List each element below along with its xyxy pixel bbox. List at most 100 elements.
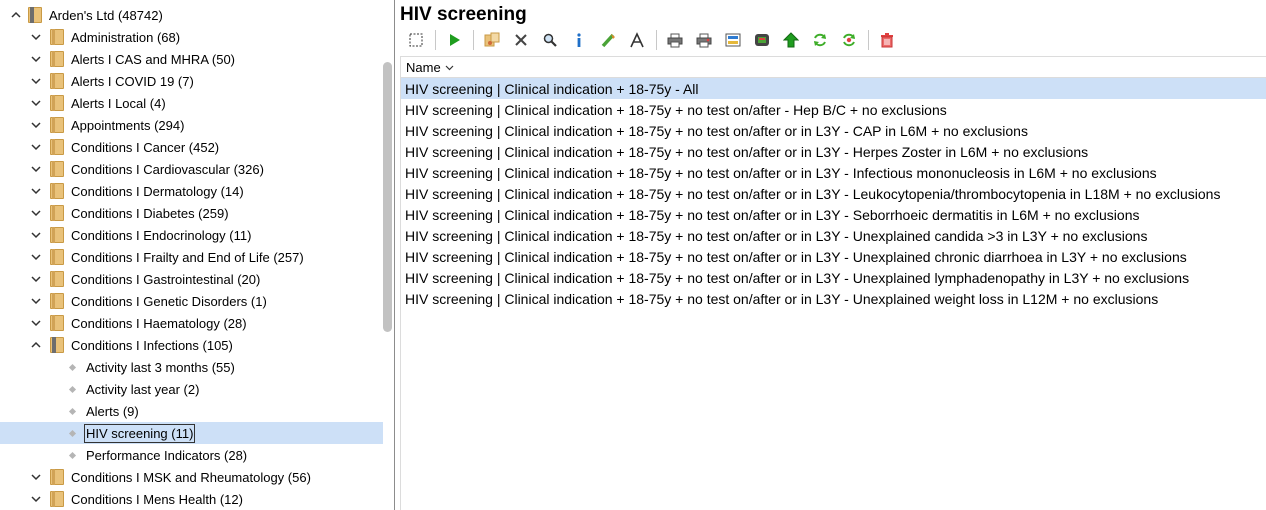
tree-folder[interactable]: Conditions I Cardiovascular (326) [30, 158, 265, 180]
tree-folder-label: Conditions I Genetic Disorders (1) [71, 293, 267, 309]
chevron-up-icon[interactable] [10, 9, 22, 21]
tree-folder-label: Alerts I CAS and MHRA (50) [71, 51, 235, 67]
highlight-icon[interactable] [596, 28, 620, 52]
tree-root-label: Arden's Ltd (48742) [49, 7, 163, 23]
list-item[interactable]: HIV screening | Clinical indication + 18… [401, 141, 1266, 162]
chevron-up-icon[interactable] [30, 339, 42, 351]
list-item-selected[interactable]: HIV screening | Clinical indication + 18… [401, 78, 1266, 99]
tree-leaf[interactable]: Activity last year (2) [68, 378, 200, 400]
tree-folder[interactable]: Conditions I Diabetes (259) [30, 202, 230, 224]
report-list[interactable]: Name HIV screening | Clinical indication… [400, 56, 1266, 510]
chevron-down-icon[interactable] [30, 185, 42, 197]
tree-folder-label: Conditions I Cancer (452) [71, 139, 220, 155]
tree-folder[interactable]: Conditions I Gastrointestinal (20) [30, 268, 261, 290]
refresh-icon[interactable] [808, 28, 832, 52]
tree-folder[interactable]: Conditions I MSK and Rheumatology (56) [30, 466, 312, 488]
list-item[interactable]: HIV screening | Clinical indication + 18… [401, 267, 1266, 288]
tree-root[interactable]: Arden's Ltd (48742) [10, 4, 164, 26]
print-icon[interactable] [663, 28, 687, 52]
main-pane: HIV screening Name HIV screening | Clini… [400, 0, 1266, 510]
run-icon[interactable] [442, 28, 466, 52]
folder-icon [50, 161, 64, 177]
tree-leaf[interactable]: Alerts (9) [68, 400, 140, 422]
tree-folder[interactable]: Alerts I COVID 19 (7) [30, 70, 195, 92]
chevron-down-icon[interactable] [30, 273, 42, 285]
folder-icon [50, 491, 64, 507]
tree-folder-label: Conditions I Haematology (28) [71, 315, 247, 331]
chevron-down-icon[interactable] [30, 229, 42, 241]
delete-icon[interactable] [509, 28, 533, 52]
chevron-down-icon[interactable] [30, 493, 42, 505]
info-icon[interactable] [567, 28, 591, 52]
chevron-down-icon[interactable] [30, 163, 42, 175]
font-icon[interactable] [625, 28, 649, 52]
tree-folder[interactable]: Conditions I Frailty and End of Life (25… [30, 246, 305, 268]
column-header-label: Name [406, 59, 441, 75]
tree-scrollbar[interactable] [383, 62, 392, 332]
tree-folder-infections[interactable]: Conditions I Infections (105) [30, 334, 234, 356]
leaf-bullet-icon [68, 363, 77, 371]
chevron-down-icon[interactable] [30, 75, 42, 87]
select-all-icon[interactable] [404, 28, 428, 52]
tree-leaf-label: Performance Indicators (28) [86, 447, 248, 463]
tree-leaf[interactable]: Activity last 3 months (55) [68, 356, 236, 378]
chevron-down-icon[interactable] [30, 119, 42, 131]
chevron-down-icon[interactable] [30, 295, 42, 307]
list-item[interactable]: HIV screening | Clinical indication + 18… [401, 288, 1266, 309]
tree-folder-label: Conditions I Infections (105) [71, 337, 233, 353]
chevron-down-icon[interactable] [30, 207, 42, 219]
trash-icon[interactable] [875, 28, 899, 52]
list-item[interactable]: HIV screening | Clinical indication + 18… [401, 99, 1266, 120]
tree-folder-label: Appointments (294) [71, 117, 185, 133]
folder-icon [50, 205, 64, 221]
export-icon[interactable] [721, 28, 745, 52]
list-item[interactable]: HIV screening | Clinical indication + 18… [401, 120, 1266, 141]
folder-open-icon [28, 7, 42, 23]
edit-icon[interactable] [480, 28, 504, 52]
chevron-down-icon [445, 60, 454, 75]
tree-leaf[interactable]: Performance Indicators (28) [68, 444, 248, 466]
tree-leaf-label: Activity last year (2) [86, 381, 200, 397]
chevron-down-icon[interactable] [30, 251, 42, 263]
tree-folder-label: Conditions I Diabetes (259) [71, 205, 229, 221]
chevron-down-icon[interactable] [30, 97, 42, 109]
search-icon[interactable] [538, 28, 562, 52]
tree-folder[interactable]: Alerts I CAS and MHRA (50) [30, 48, 236, 70]
list-item[interactable]: HIV screening | Clinical indication + 18… [401, 183, 1266, 204]
print-preview-icon[interactable] [692, 28, 716, 52]
toolbar-separator [473, 30, 474, 50]
column-header-name[interactable]: Name [401, 57, 1266, 78]
move-up-icon[interactable] [779, 28, 803, 52]
folder-tree[interactable]: Arden's Ltd (48742) Administration (68) A… [0, 0, 395, 510]
list-item[interactable]: HIV screening | Clinical indication + 18… [401, 162, 1266, 183]
tree-folder[interactable]: Appointments (294) [30, 114, 185, 136]
chevron-down-icon[interactable] [30, 471, 42, 483]
list-item[interactable]: HIV screening | Clinical indication + 18… [401, 246, 1266, 267]
tree-folder-label: Conditions I Mens Health (12) [71, 491, 243, 507]
chevron-down-icon[interactable] [30, 31, 42, 43]
tree-folder[interactable]: Conditions I Cancer (452) [30, 136, 220, 158]
folder-icon [50, 315, 64, 331]
folder-icon [50, 271, 64, 287]
tree-folder[interactable]: Alerts I Local (4) [30, 92, 167, 114]
tree-folder[interactable]: Conditions I Endocrinology (11) [30, 224, 252, 246]
refresh-settings-icon[interactable] [837, 28, 861, 52]
tree-folder[interactable]: Administration (68) [30, 26, 181, 48]
tree-folder[interactable]: Conditions I Genetic Disorders (1) [30, 290, 268, 312]
list-item[interactable]: HIV screening | Clinical indication + 18… [401, 225, 1266, 246]
chevron-down-icon[interactable] [30, 317, 42, 329]
tree-folder-label: Conditions I MSK and Rheumatology (56) [71, 469, 311, 485]
toolbar [404, 27, 904, 53]
chevron-down-icon[interactable] [30, 141, 42, 153]
tree-folder[interactable]: Conditions I Haematology (28) [30, 312, 248, 334]
chevron-down-icon[interactable] [30, 53, 42, 65]
list-item[interactable]: HIV screening | Clinical indication + 18… [401, 204, 1266, 225]
tree-folder-label: Alerts I Local (4) [71, 95, 166, 111]
toolbar-separator [435, 30, 436, 50]
tree-leaf-selected[interactable]: HIV screening (11) [0, 422, 383, 444]
folder-icon [50, 469, 64, 485]
tree-folder-label: Conditions I Endocrinology (11) [71, 227, 252, 243]
report-icon[interactable] [750, 28, 774, 52]
tree-folder[interactable]: Conditions I Dermatology (14) [30, 180, 245, 202]
tree-folder[interactable]: Conditions I Mens Health (12) [30, 488, 244, 510]
